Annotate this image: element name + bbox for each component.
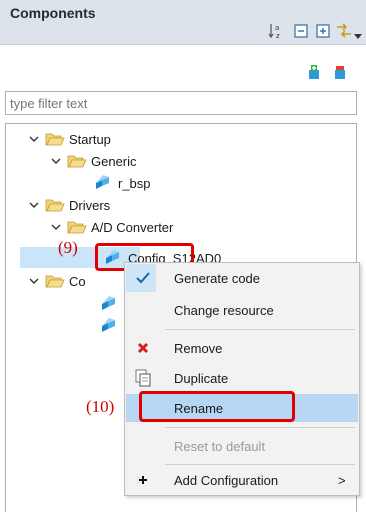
- tree-item-generic[interactable]: Generic: [49, 150, 137, 172]
- link-editor-icon[interactable]: [335, 22, 353, 40]
- folder-open-icon: [67, 154, 87, 168]
- menu-item-reset-to-default[interactable]: Reset to default: [126, 432, 358, 460]
- tree-item-drivers[interactable]: Drivers: [27, 194, 110, 216]
- chevron-down-icon[interactable]: [27, 132, 41, 146]
- menu-item-change-resource[interactable]: Change resource: [126, 296, 358, 324]
- component-icon: [100, 296, 118, 315]
- check-icon: [134, 269, 152, 287]
- menu-separator: [165, 329, 355, 330]
- tree-label: A/D Converter: [91, 219, 174, 235]
- component-icon: [94, 175, 112, 191]
- chevron-down-icon[interactable]: [27, 198, 41, 212]
- view-title: Components: [10, 5, 96, 21]
- tree-item-ad-converter[interactable]: A/D Converter: [49, 216, 173, 238]
- duplicate-icon: [134, 369, 152, 387]
- menu-label: Generate code: [174, 270, 261, 286]
- chevron-down-icon[interactable]: [27, 274, 41, 288]
- menu-item-generate-code[interactable]: Generate code: [126, 264, 358, 292]
- menu-label: Reset to default: [174, 438, 266, 454]
- menu-separator: [165, 427, 355, 428]
- view-menu-icon[interactable]: [354, 28, 362, 43]
- svg-text:z: z: [276, 32, 280, 40]
- menu-label: Duplicate: [174, 370, 229, 386]
- menu-item-add-configuration[interactable]: Add Configuration >: [126, 466, 358, 494]
- tree-label: Startup: [69, 131, 111, 147]
- folder-open-icon: [45, 132, 65, 146]
- remove-x-icon: [134, 339, 152, 357]
- menu-item-remove[interactable]: Remove: [126, 334, 358, 362]
- tree-label: Generic: [91, 153, 137, 169]
- folder-open-icon: [67, 220, 87, 234]
- component-icon: [100, 318, 118, 337]
- sort-alpha-icon[interactable]: a z: [268, 22, 286, 40]
- filter-input[interactable]: [5, 91, 357, 115]
- submenu-arrow-icon: >: [338, 472, 346, 488]
- menu-separator: [165, 464, 355, 465]
- collapse-all-icon[interactable]: [292, 22, 310, 40]
- folder-open-icon: [45, 198, 65, 212]
- annotation-box-rename: [139, 391, 295, 422]
- tree-item-r-bsp[interactable]: r_bsp: [94, 172, 151, 194]
- tree-item-co[interactable]: Co: [27, 270, 86, 292]
- tree-label: r_bsp: [118, 175, 151, 191]
- menu-item-duplicate[interactable]: Duplicate: [126, 364, 358, 392]
- expand-all-icon[interactable]: [314, 22, 332, 40]
- chevron-down-icon[interactable]: [49, 154, 63, 168]
- menu-label: Change resource: [174, 302, 274, 318]
- menu-label: Add Configuration: [174, 472, 279, 488]
- chevron-down-icon[interactable]: [49, 220, 63, 234]
- tree-label: Co: [69, 273, 86, 289]
- add-component-icon[interactable]: [306, 64, 322, 80]
- tree-label: Drivers: [69, 197, 111, 213]
- annotation-step-10: (10): [86, 397, 115, 416]
- context-menu: Generate code Change resource Remove Dup…: [124, 262, 360, 496]
- menu-label: Remove: [174, 340, 223, 356]
- tree-item-startup[interactable]: Startup: [27, 128, 111, 150]
- folder-open-icon: [45, 274, 65, 288]
- remove-component-icon[interactable]: [332, 64, 348, 80]
- annotation-step-9: (9): [58, 238, 78, 257]
- plus-icon: [134, 471, 152, 489]
- svg-text:a: a: [275, 24, 279, 32]
